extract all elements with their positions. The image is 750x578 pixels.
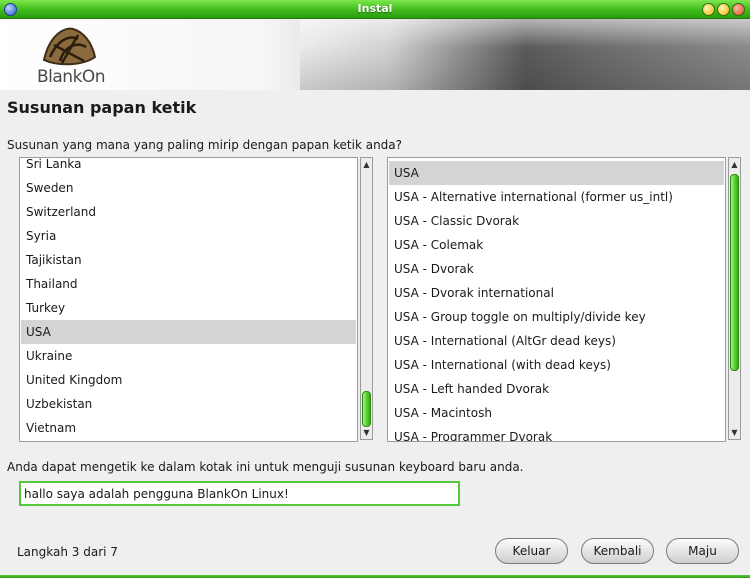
list-item[interactable]: Syria — [21, 224, 356, 248]
list-item[interactable]: USA - Dvorak — [389, 257, 724, 281]
list-item[interactable]: Thailand — [21, 272, 356, 296]
scroll-down-arrow-icon[interactable]: ▼ — [361, 426, 372, 439]
quit-button[interactable]: Keluar — [495, 538, 568, 564]
list-item[interactable]: United Kingdom — [21, 368, 356, 392]
list-item[interactable]: USA - Classic Dvorak — [389, 209, 724, 233]
back-button-label: Kembali — [593, 544, 642, 558]
page-title: Susunan papan ketik — [7, 98, 197, 117]
list-item[interactable]: Sweden — [21, 176, 356, 200]
quit-button-label: Keluar — [512, 544, 551, 558]
forward-button-label: Maju — [688, 544, 717, 558]
list-item[interactable]: USA - Macintosh — [389, 401, 724, 425]
list-item[interactable]: USA - Alternative international (former … — [389, 185, 724, 209]
list-item[interactable]: USA - Programmer Dvorak — [389, 425, 724, 441]
keyboard-layout-list[interactable]: Sri Lanka Sweden Switzerland Syria Tajikista… — [19, 157, 358, 442]
scrollbar-thumb[interactable] — [362, 391, 371, 427]
list-item[interactable]: Switzerland — [21, 200, 356, 224]
list-item[interactable]: USA - Left handed Dvorak — [389, 377, 724, 401]
close-icon[interactable] — [732, 3, 745, 16]
list-item[interactable]: Turkey — [21, 296, 356, 320]
step-indicator: Langkah 3 dari 7 — [17, 545, 118, 559]
scrollbar-thumb[interactable] — [730, 174, 739, 371]
list-item[interactable]: USA - Group toggle on multiply/divide ke… — [389, 305, 724, 329]
header-banner: BlankOn — [0, 19, 750, 90]
blankon-logo-text: BlankOn — [37, 67, 106, 87]
list-item[interactable]: Sri Lanka — [21, 158, 356, 176]
list-item[interactable]: USA — [21, 320, 356, 344]
list-item[interactable]: Tajikistan — [21, 248, 356, 272]
title-bar[interactable]: Instal — [0, 0, 750, 19]
blankon-logo-icon — [42, 27, 97, 66]
layout-question: Susunan yang mana yang paling mirip deng… — [7, 138, 403, 152]
forward-button[interactable]: Maju — [666, 538, 739, 564]
list-item[interactable]: USA - International (with dead keys) — [389, 353, 724, 377]
list-item[interactable]: Ukraine — [21, 344, 356, 368]
test-hint: Anda dapat mengetik ke dalam kotak ini u… — [7, 460, 524, 474]
maximize-icon[interactable] — [717, 3, 730, 16]
list-item[interactable]: Vietnam — [21, 416, 356, 440]
list-item[interactable]: USA - Dvorak international — [389, 281, 724, 305]
keyboard-test-input[interactable] — [19, 481, 460, 506]
list-item[interactable]: Uzbekistan — [21, 392, 356, 416]
list-item[interactable]: USA - International (AltGr dead keys) — [389, 329, 724, 353]
keyboard-variant-list[interactable]: USA USA - Alternative international (form… — [387, 157, 726, 442]
list-item[interactable]: USA - Colemak — [389, 233, 724, 257]
list-item[interactable]: USA — [389, 161, 724, 185]
minimize-icon[interactable] — [702, 3, 715, 16]
layout-list-scrollbar[interactable]: ▲ ▼ — [360, 157, 373, 440]
window-title: Instal — [357, 2, 393, 15]
scroll-up-arrow-icon[interactable]: ▲ — [361, 158, 372, 171]
variant-list-scrollbar[interactable]: ▲ ▼ — [728, 157, 741, 440]
scroll-up-arrow-icon[interactable]: ▲ — [729, 158, 740, 171]
back-button[interactable]: Kembali — [581, 538, 654, 564]
banner-sheen — [300, 19, 750, 90]
scroll-down-arrow-icon[interactable]: ▼ — [729, 426, 740, 439]
